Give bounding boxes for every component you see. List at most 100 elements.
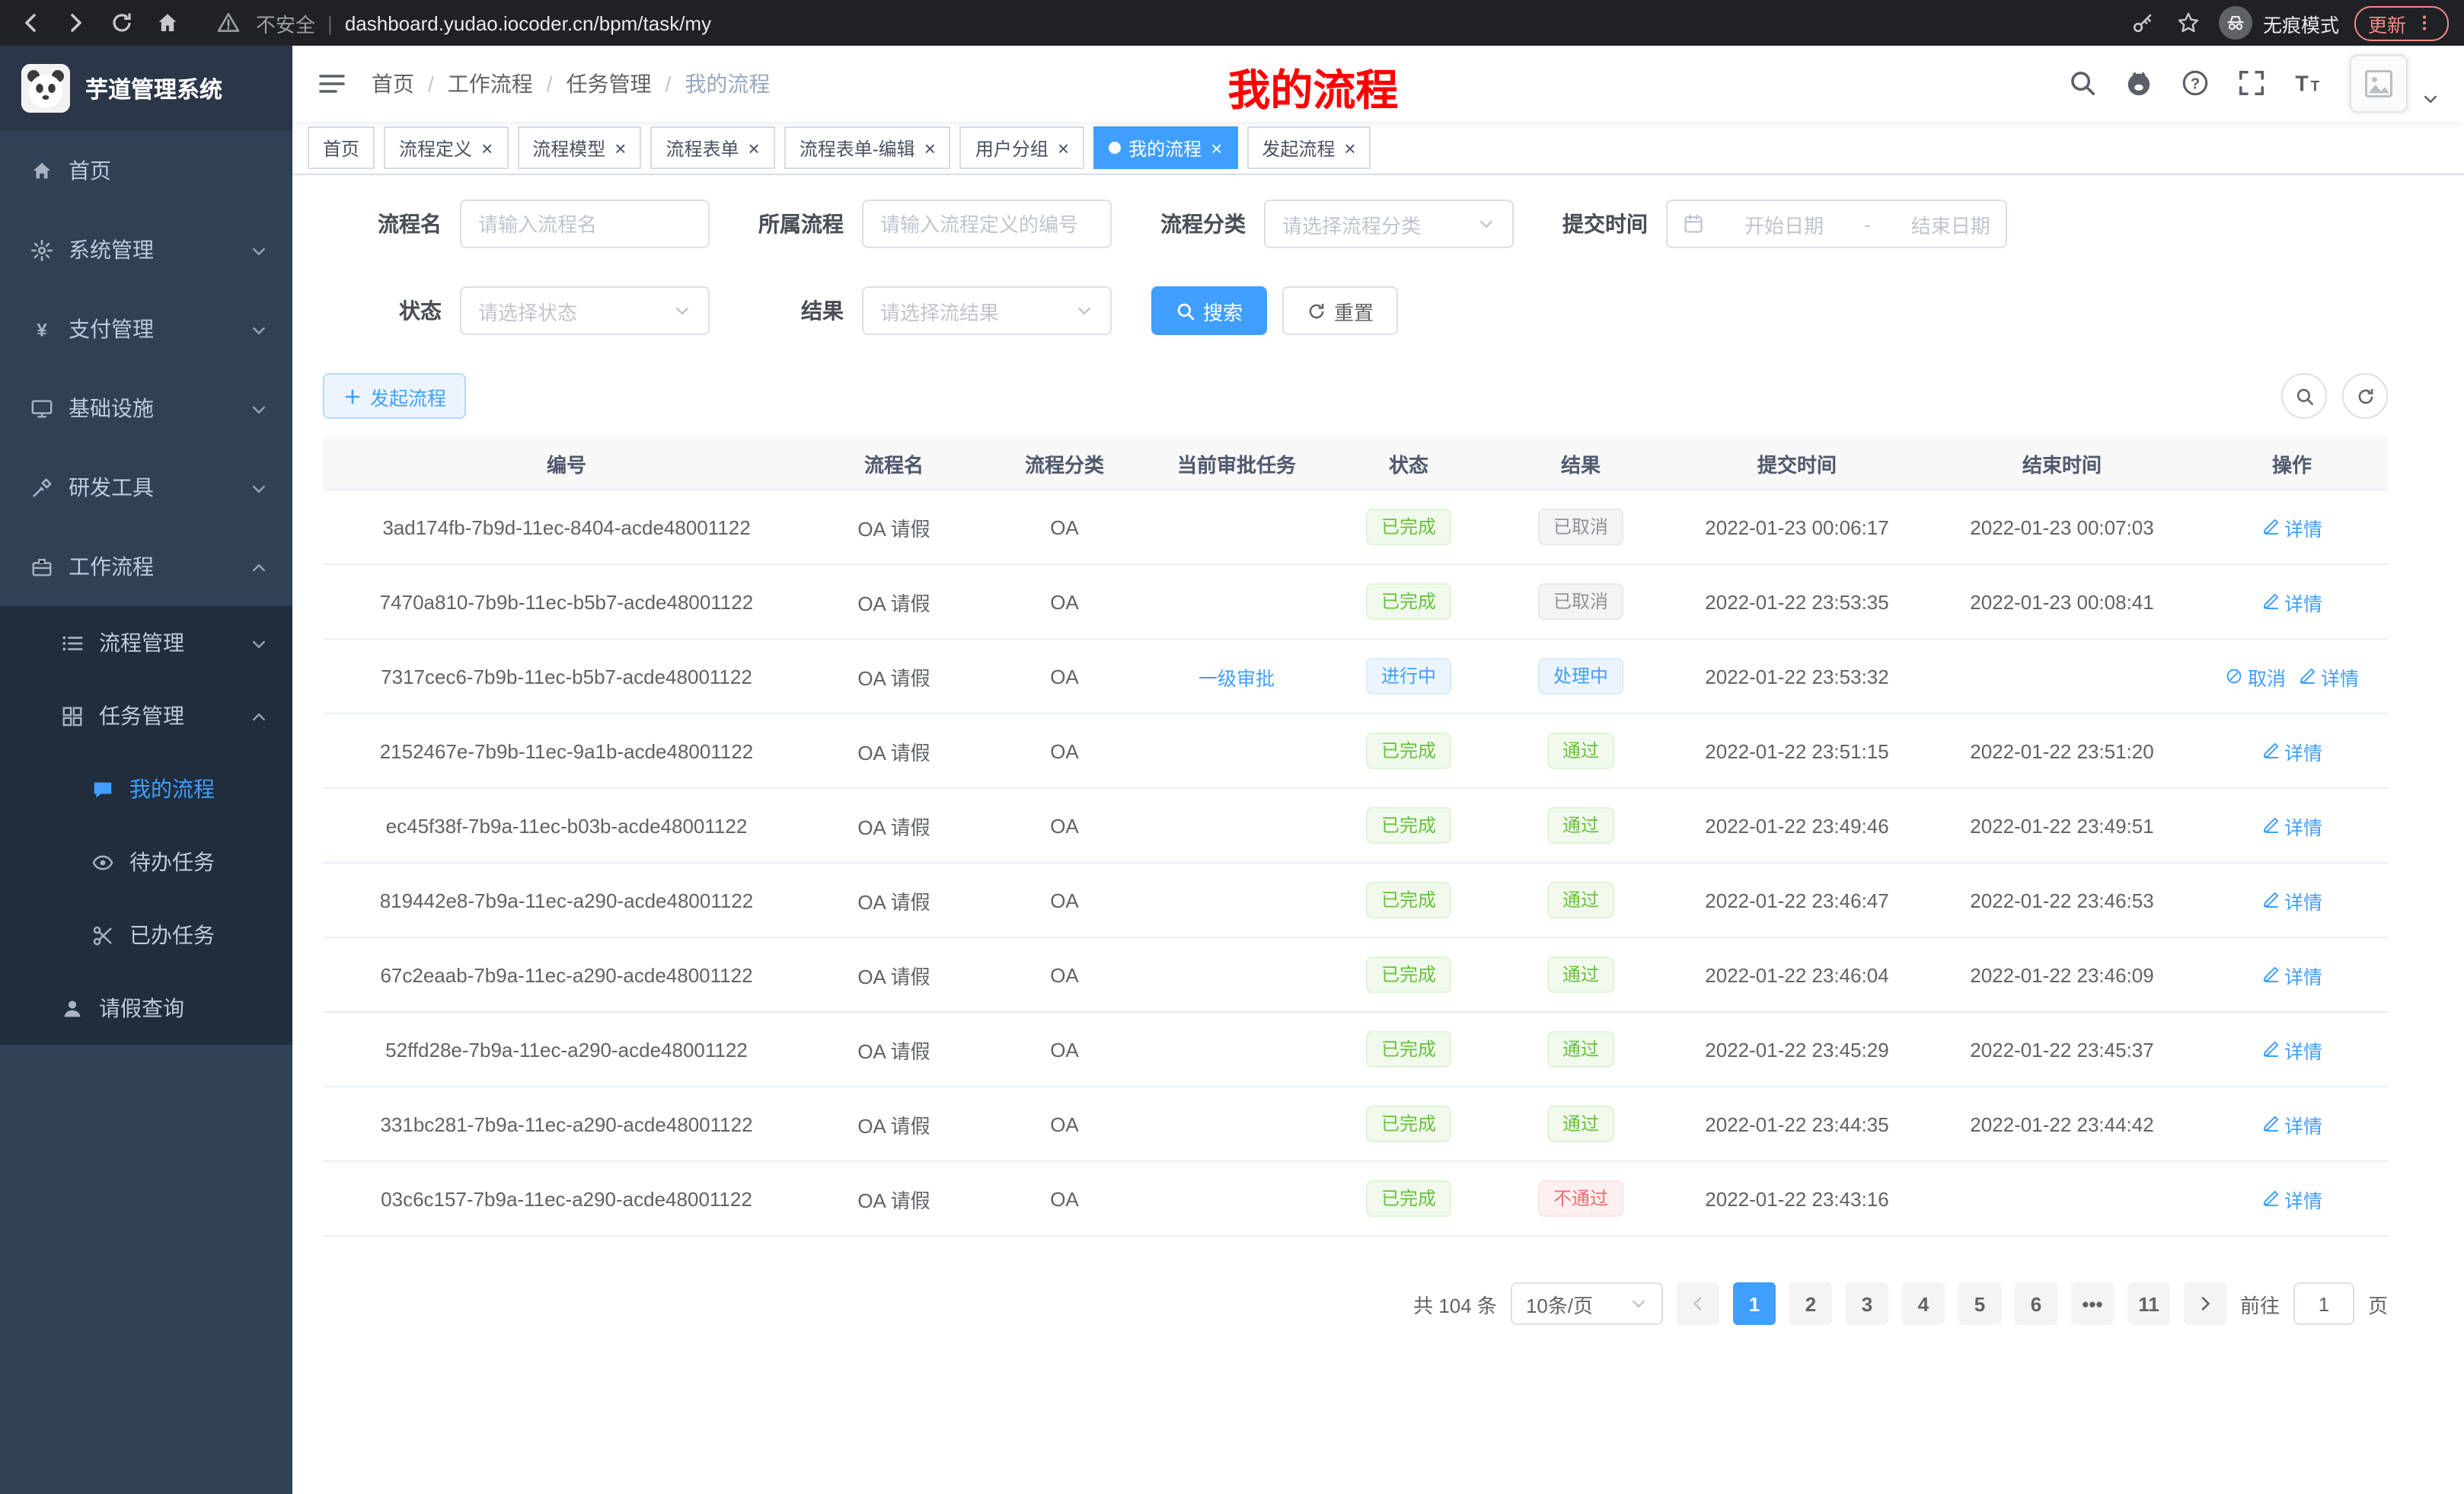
status-tag: 已完成 — [1366, 733, 1451, 769]
github-icon[interactable] — [2124, 69, 2155, 99]
sidebar-item-11[interactable]: 请假查询 — [0, 972, 292, 1045]
address-bar[interactable]: 不安全 | dashboard.yudao.iocoder.cn/bpm/tas… — [213, 8, 2112, 38]
sidebar-item-9[interactable]: 待办任务 — [0, 825, 292, 899]
page-button-5[interactable]: 5 — [1958, 1282, 2001, 1325]
result-select[interactable]: 请选择流结果 — [862, 286, 1112, 335]
url-text[interactable]: dashboard.yudao.iocoder.cn/bpm/task/my — [345, 11, 711, 34]
close-icon[interactable]: × — [924, 138, 936, 158]
tab-4[interactable]: 流程表单-编辑× — [784, 126, 951, 169]
detail-link[interactable]: 详情 — [2261, 512, 2322, 541]
browser-update-button[interactable]: 更新 — [2354, 5, 2449, 40]
sidebar-item-4[interactable]: 研发工具 — [0, 448, 292, 527]
page-button-1[interactable]: 1 — [1733, 1282, 1776, 1325]
cell-status: 已完成 — [1322, 863, 1495, 937]
detail-icon — [2261, 966, 2280, 984]
detail-link[interactable]: 详情 — [2261, 1184, 2322, 1213]
logo[interactable]: 芋道管理系统 — [0, 46, 292, 131]
cell-result: 通过 — [1495, 937, 1666, 1012]
process-def-input[interactable] — [862, 200, 1112, 248]
process-name-input[interactable] — [460, 200, 710, 248]
bookmark-star-icon[interactable] — [2173, 8, 2204, 38]
browser-back-icon[interactable] — [15, 8, 46, 38]
sidebar-item-2[interactable]: ¥支付管理 — [0, 289, 292, 369]
goto-page-input[interactable] — [2293, 1282, 2354, 1325]
sidebar-item-10[interactable]: 已办任务 — [0, 899, 292, 972]
browser-menu-icon[interactable] — [2414, 12, 2435, 34]
avatar[interactable] — [2350, 55, 2408, 113]
detail-link[interactable]: 详情 — [2261, 886, 2322, 915]
help-icon[interactable]: ? — [2181, 69, 2211, 99]
fullscreen-icon[interactable] — [2237, 69, 2268, 99]
tab-6[interactable]: 我的流程× — [1093, 126, 1237, 169]
address-separator: | — [327, 11, 333, 34]
chevron-down-icon[interactable] — [2421, 88, 2440, 107]
create-process-button[interactable]: 发起流程 — [323, 373, 466, 419]
page-button-3[interactable]: 3 — [1846, 1282, 1888, 1325]
browser-forward-icon[interactable] — [61, 8, 91, 38]
page-button-6[interactable]: 6 — [2015, 1282, 2057, 1325]
tab-2[interactable]: 流程模型× — [517, 126, 641, 169]
cancel-link[interactable]: 取消 — [2225, 662, 2286, 691]
sidebar-item-1[interactable]: 系统管理 — [0, 210, 292, 289]
sidebar-item-5[interactable]: 工作流程 — [0, 527, 292, 606]
tab-5[interactable]: 用户分组× — [960, 126, 1084, 169]
goto-unit: 页 — [2368, 1289, 2388, 1318]
status-select[interactable]: 请选择状态 — [460, 286, 710, 335]
search-icon[interactable] — [2068, 69, 2099, 99]
font-size-icon[interactable]: TT — [2293, 69, 2324, 99]
tab-0[interactable]: 首页 — [308, 126, 375, 169]
sidebar-item-0[interactable]: 首页 — [0, 131, 292, 210]
submit-time-range[interactable]: 开始日期 - 结束日期 — [1666, 200, 2007, 248]
close-icon[interactable]: × — [748, 138, 760, 158]
cell-id: 819442e8-7b9a-11ec-a290-acde48001122 — [323, 863, 810, 937]
tab-3[interactable]: 流程表单× — [650, 126, 774, 169]
detail-link[interactable]: 详情 — [2261, 736, 2322, 765]
browser-home-icon[interactable] — [152, 8, 183, 38]
security-label[interactable]: 不安全 — [256, 8, 315, 37]
page-button-11[interactable]: 11 — [2127, 1282, 2170, 1325]
table-toolbar: 发起流程 — [323, 373, 2388, 419]
cell-process-name: OA 请假 — [810, 1161, 978, 1236]
sidebar-item-7[interactable]: 任务管理 — [0, 679, 292, 752]
close-icon[interactable]: × — [1344, 138, 1355, 158]
detail-link[interactable]: 详情 — [2261, 587, 2322, 616]
sidebar-item-3[interactable]: 基础设施 — [0, 369, 292, 448]
incognito-badge[interactable]: 无痕模式 — [2219, 6, 2339, 40]
tab-7[interactable]: 发起流程× — [1246, 126, 1371, 169]
detail-link[interactable]: 详情 — [2261, 1109, 2322, 1138]
breadcrumb-item[interactable]: 首页 — [372, 69, 414, 99]
cancel-icon — [2225, 667, 2243, 685]
tab-1[interactable]: 流程定义× — [384, 126, 508, 169]
sidebar-item-8[interactable]: 我的流程 — [0, 752, 292, 825]
search-button[interactable]: 搜索 — [1151, 286, 1267, 335]
close-icon[interactable]: × — [481, 138, 493, 158]
current-task-link[interactable]: 一级审批 — [1198, 662, 1275, 691]
hamburger-icon[interactable] — [317, 69, 347, 99]
hide-search-button[interactable] — [2281, 373, 2327, 419]
breadcrumb-item[interactable]: 任务管理 — [567, 69, 652, 99]
close-icon[interactable]: × — [1058, 138, 1069, 158]
more-pages-button[interactable]: ••• — [2071, 1282, 2114, 1325]
close-icon[interactable]: × — [614, 138, 626, 158]
page-size-select[interactable]: 10条/页 — [1511, 1282, 1663, 1325]
sidebar-item-6[interactable]: 流程管理 — [0, 606, 292, 679]
cell-result: 通过 — [1495, 1012, 1666, 1087]
next-page-button[interactable] — [2184, 1282, 2226, 1325]
cell-submit-time: 2022-01-22 23:51:15 — [1666, 713, 1928, 788]
breadcrumb-item[interactable]: 工作流程 — [448, 69, 533, 99]
detail-link[interactable]: 详情 — [2261, 811, 2322, 840]
page-button-4[interactable]: 4 — [1902, 1282, 1945, 1325]
cell-current-task — [1151, 564, 1322, 639]
close-icon[interactable]: × — [1211, 138, 1222, 158]
detail-link[interactable]: 详情 — [2298, 662, 2359, 691]
password-key-icon[interactable] — [2127, 8, 2158, 38]
refresh-table-button[interactable] — [2342, 373, 2388, 419]
prev-page-button[interactable] — [1677, 1282, 1719, 1325]
category-select[interactable]: 请选择流程分类 — [1264, 200, 1514, 248]
detail-link[interactable]: 详情 — [2261, 960, 2322, 989]
detail-link[interactable]: 详情 — [2261, 1035, 2322, 1064]
reset-button[interactable]: 重置 — [1282, 286, 1398, 335]
page-button-2[interactable]: 2 — [1789, 1282, 1832, 1325]
top-navbar: 首页/工作流程/任务管理/我的流程 我的流程 ? TT — [292, 46, 2464, 122]
browser-reload-icon[interactable] — [107, 8, 137, 38]
